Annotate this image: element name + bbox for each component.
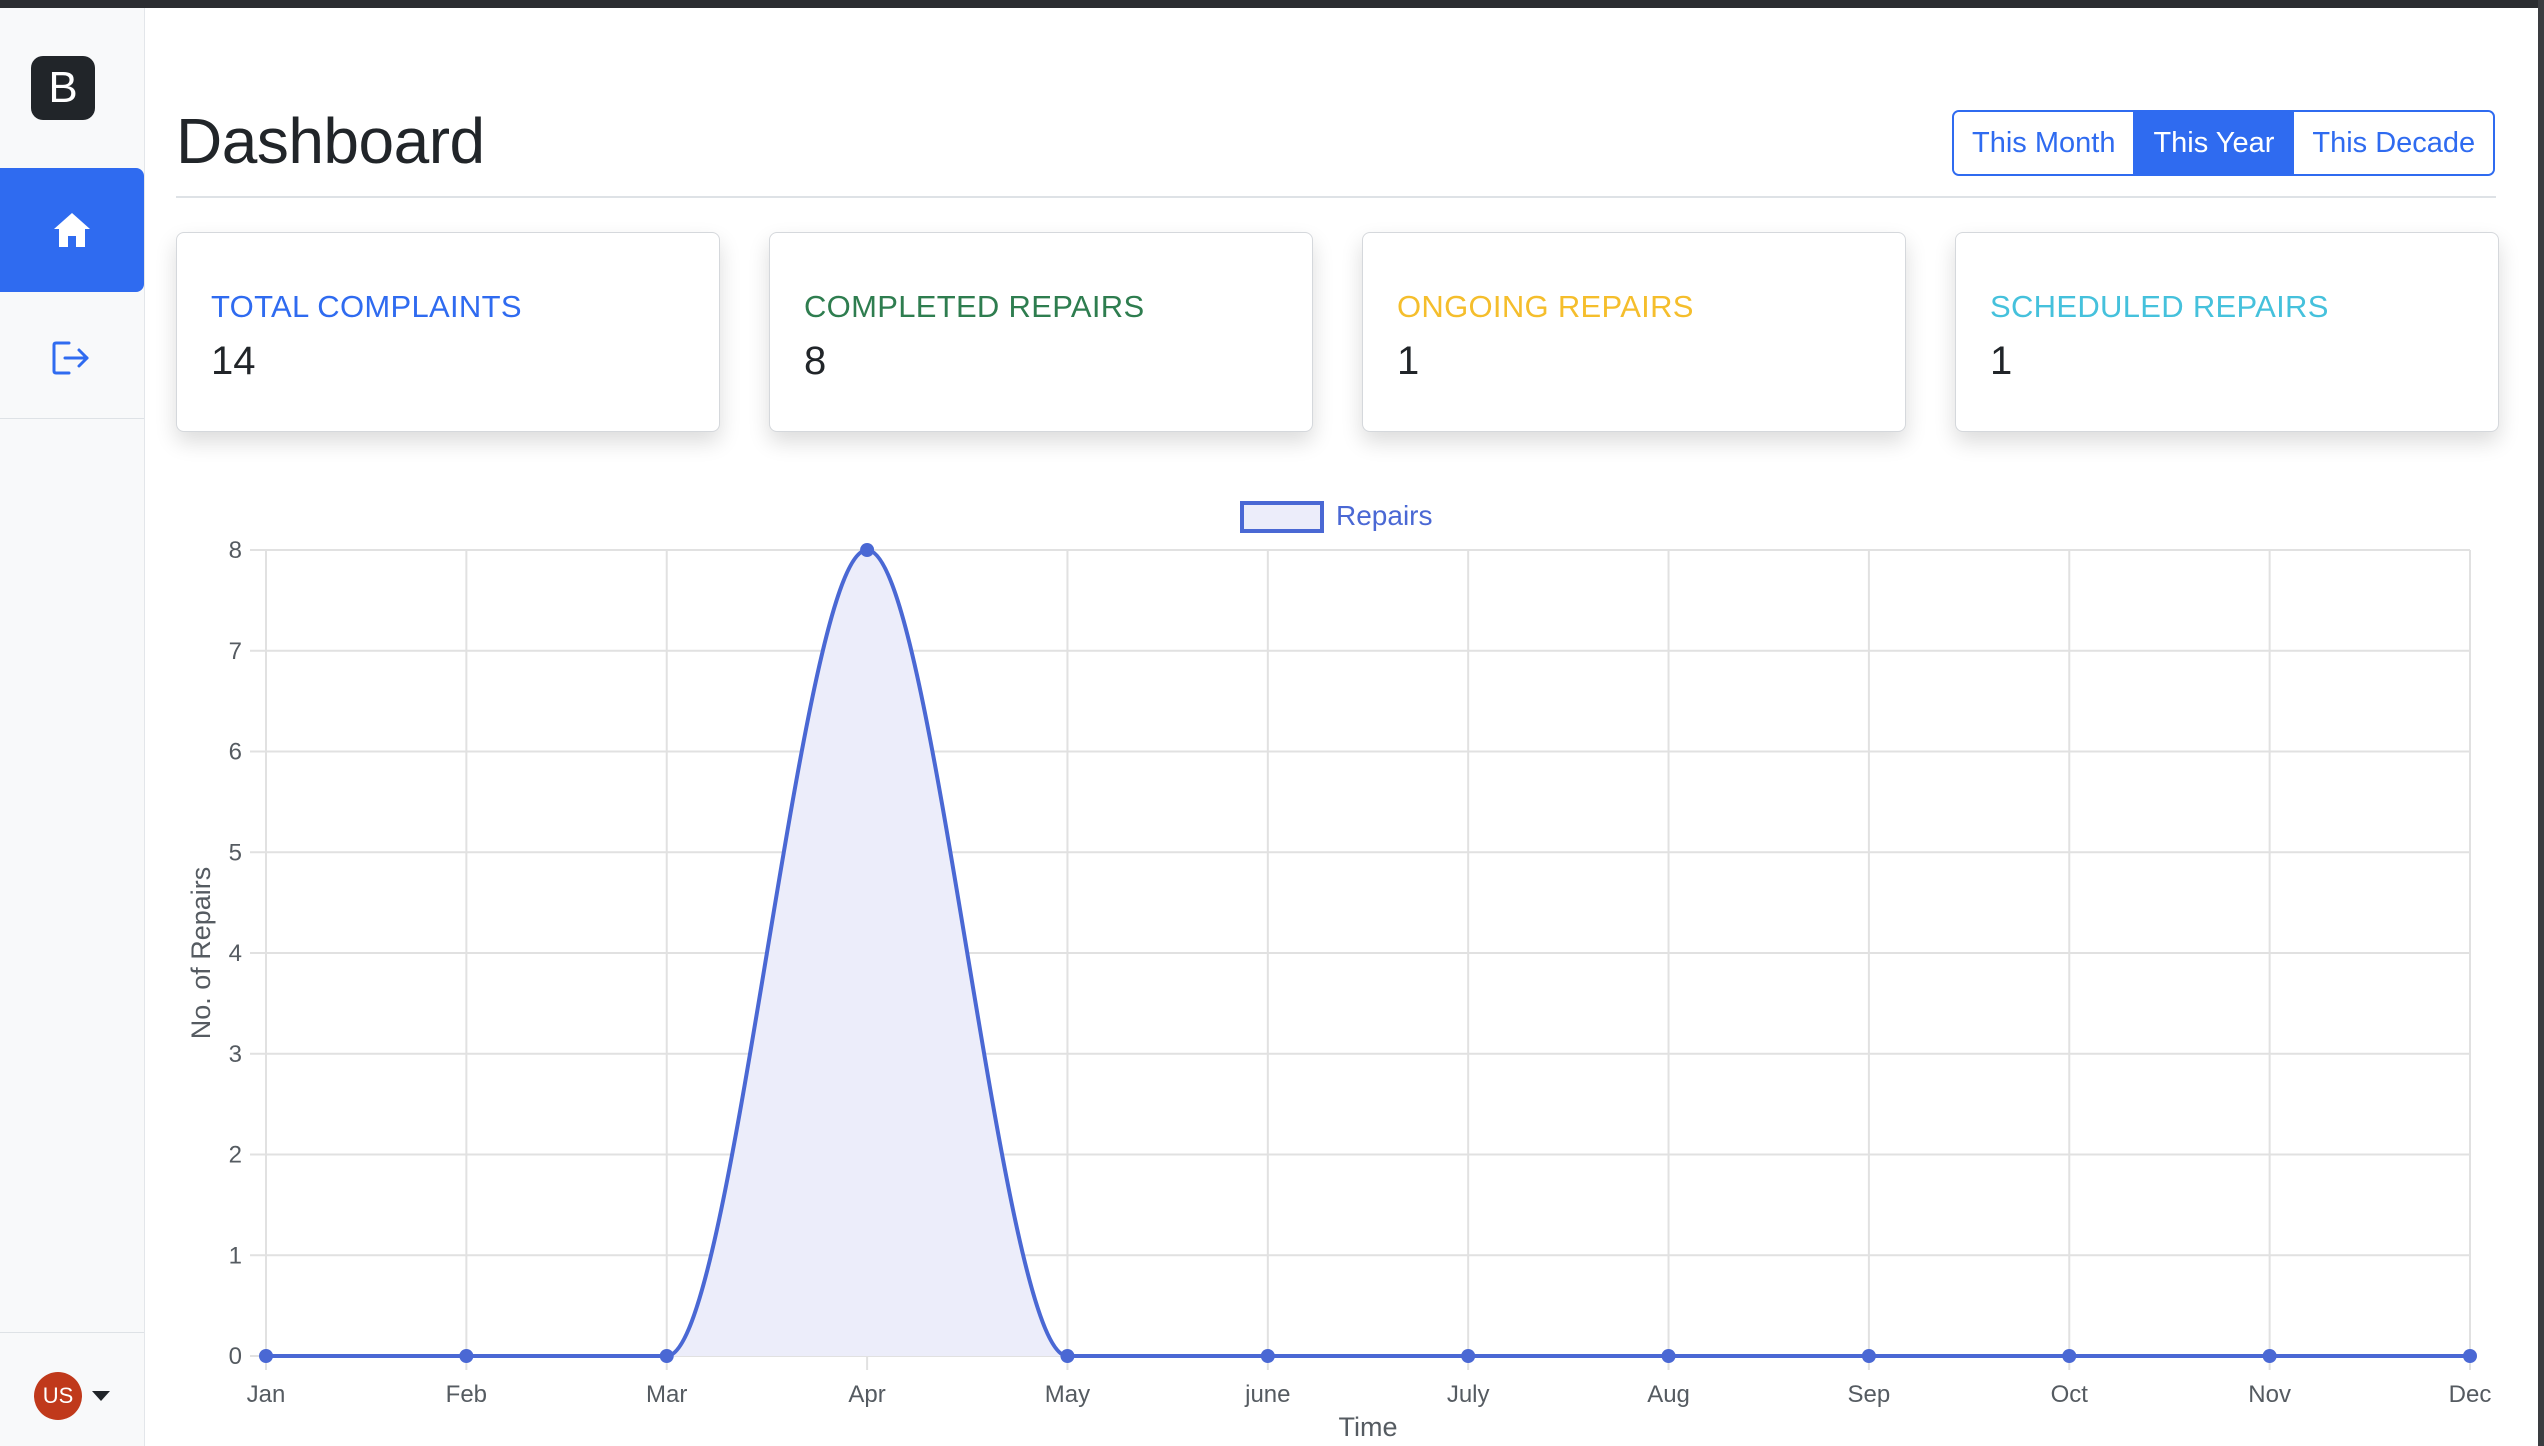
this-decade-button[interactable]: This Decade — [2292, 112, 2494, 174]
y-tick-label: 7 — [229, 638, 242, 665]
x-tick-label: Sep — [1848, 1381, 1891, 1408]
stat-label: TOTAL COMPLAINTS — [211, 289, 522, 324]
sidebar-divider — [0, 418, 144, 419]
data-point — [1861, 1349, 1876, 1363]
y-tick-label: 4 — [229, 940, 242, 967]
stat-label: SCHEDULED REPAIRS — [1990, 289, 2329, 324]
range-toggle: This Month This Year This Decade — [1952, 110, 2496, 176]
stat-value: 8 — [804, 339, 827, 383]
x-tick-label: Jan — [247, 1381, 286, 1408]
data-point — [259, 1349, 273, 1363]
x-tick-label: May — [1045, 1381, 1090, 1408]
data-point — [459, 1349, 474, 1363]
scheduled-repairs-card: SCHEDULED REPAIRS 1 — [1955, 232, 2499, 432]
stat-label: ONGOING REPAIRS — [1397, 289, 1694, 324]
stat-value: 1 — [1397, 339, 1420, 383]
x-tick-label: Feb — [446, 1381, 487, 1408]
total-complaints-card: TOTAL COMPLAINTS 14 — [176, 232, 720, 432]
sidebar-item-logout[interactable] — [0, 296, 144, 420]
data-point — [860, 543, 875, 557]
stat-value: 14 — [211, 339, 256, 383]
this-year-button[interactable]: This Year — [2133, 112, 2293, 174]
y-axis-title: No. of Repairs — [186, 867, 216, 1040]
x-tick-label: Aug — [1647, 1381, 1690, 1408]
data-point — [1060, 1349, 1075, 1363]
y-tick-label: 5 — [229, 839, 242, 866]
home-icon — [54, 213, 90, 247]
window-top-edge — [0, 0, 2544, 8]
y-tick-label: 1 — [229, 1242, 242, 1269]
x-axis-title: Time — [1339, 1412, 1398, 1442]
x-tick-label: Dec — [2449, 1381, 2492, 1408]
x-tick-label: July — [1447, 1381, 1490, 1408]
y-tick-label: 3 — [229, 1041, 242, 1068]
data-point — [1260, 1349, 1275, 1363]
brand-logo[interactable]: B — [31, 56, 95, 120]
x-tick-label: Mar — [646, 1381, 687, 1408]
y-tick-label: 6 — [229, 739, 242, 766]
page-title: Dashboard — [176, 105, 485, 177]
legend-swatch — [1240, 501, 1324, 533]
sidebar-item-home[interactable] — [0, 168, 144, 292]
data-point — [2463, 1349, 2477, 1363]
data-point — [2062, 1349, 2077, 1363]
completed-repairs-card: COMPLETED REPAIRS 8 — [769, 232, 1313, 432]
repairs-chart: 0 1 2 3 4 5 6 7 8 Jan Feb Mar Apr May june July Aug Sep Oc… — [186, 500, 2492, 1442]
y-tick-label: 2 — [229, 1142, 242, 1169]
legend-label: Repairs — [1336, 500, 1432, 531]
this-month-button[interactable]: This Month — [1954, 112, 2134, 174]
x-tick-label: Nov — [2248, 1381, 2291, 1408]
data-point — [2262, 1349, 2277, 1363]
data-point — [1661, 1349, 1676, 1363]
y-tick-label: 8 — [229, 537, 242, 564]
logout-icon — [52, 341, 89, 375]
ongoing-repairs-card: ONGOING REPAIRS 1 — [1362, 232, 1906, 432]
x-tick-label: june — [1244, 1381, 1290, 1408]
data-point — [1461, 1349, 1476, 1363]
stat-label: COMPLETED REPAIRS — [804, 289, 1145, 324]
data-point — [659, 1349, 674, 1363]
header-divider — [176, 196, 2496, 198]
brand-letter: B — [48, 63, 78, 112]
y-tick-label: 0 — [229, 1343, 242, 1370]
x-tick-label: Oct — [2051, 1381, 2089, 1408]
x-tick-label: Apr — [848, 1381, 885, 1408]
stat-value: 1 — [1990, 339, 2013, 383]
